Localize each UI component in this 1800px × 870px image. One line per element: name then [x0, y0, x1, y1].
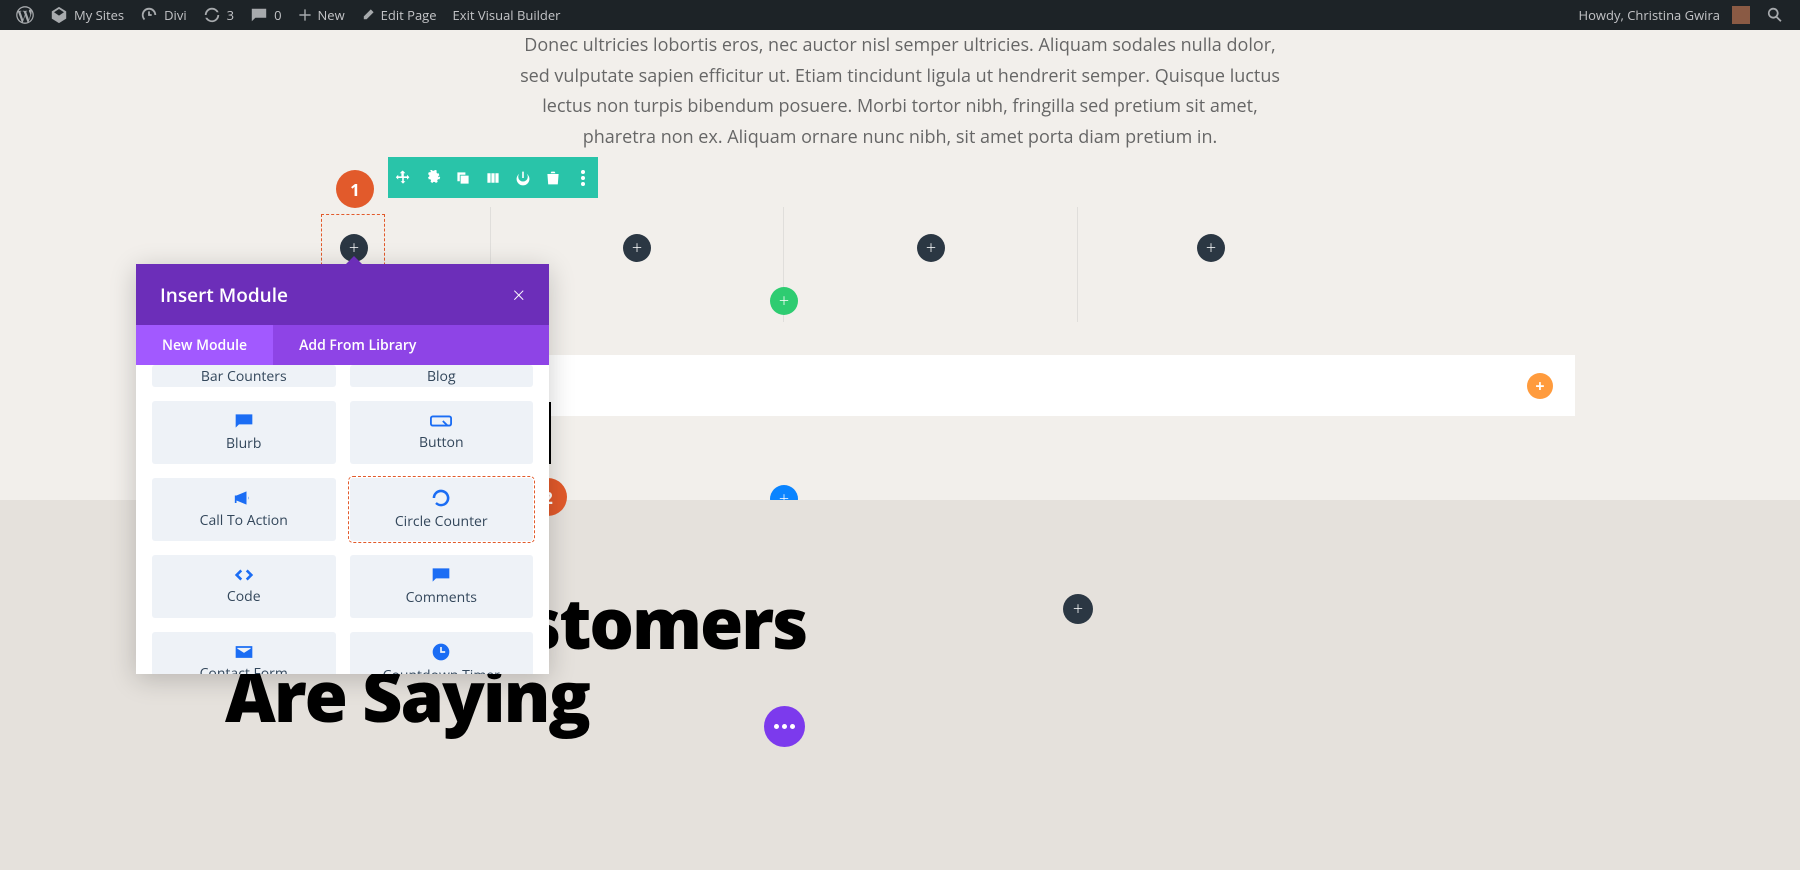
move-handle[interactable]: [388, 157, 418, 198]
dot-icon: [782, 724, 787, 729]
add-module-button[interactable]: +: [1197, 234, 1225, 262]
howdy-menu[interactable]: Howdy, Christina Gwira: [1571, 0, 1758, 30]
module-label: Comments: [406, 588, 477, 607]
comments-menu[interactable]: 0: [242, 0, 289, 30]
wp-logo-menu[interactable]: [8, 0, 42, 30]
envelope-icon: [234, 644, 254, 660]
search-icon: [1766, 6, 1784, 24]
popup-arrow: [344, 256, 364, 266]
my-sites-menu[interactable]: My Sites: [42, 0, 132, 30]
column-divider: [1077, 207, 1078, 322]
insert-module-popup: Insert Module × New Module Add From Libr…: [136, 264, 549, 674]
power-button[interactable]: [508, 157, 538, 198]
module-toolbar: [388, 157, 598, 198]
gauge-icon: [140, 6, 158, 24]
intro-paragraph: Donec ultricies lobortis eros, nec aucto…: [490, 30, 1310, 152]
add-module-button[interactable]: +: [623, 234, 651, 262]
module-code[interactable]: Code: [152, 555, 336, 618]
columns-button[interactable]: [478, 157, 508, 198]
wp-admin-bar: My Sites Divi 3 0 New Edit Page Exit Vis…: [0, 0, 1800, 30]
module-list: Bar Counters Blog Blurb Button Call To A…: [136, 365, 549, 674]
module-circle-counter[interactable]: Circle Counter: [350, 478, 534, 541]
exit-vb-label: Exit Visual Builder: [453, 6, 561, 24]
module-contact-form[interactable]: Contact Form: [152, 632, 336, 674]
module-label: Code: [227, 587, 261, 606]
new-label: New: [318, 6, 345, 24]
module-label: Contact Form: [200, 664, 288, 674]
updates-menu[interactable]: 3: [195, 0, 242, 30]
module-blog[interactable]: Blog: [350, 365, 534, 387]
add-section-button[interactable]: +: [1527, 373, 1553, 399]
module-label: Countdown Timer: [383, 666, 500, 674]
search-toggle[interactable]: [1758, 0, 1792, 30]
popup-header: Insert Module ×: [136, 264, 549, 325]
site-label: Divi: [164, 6, 187, 24]
annotation-marker-1: 1: [336, 170, 374, 208]
delete-button[interactable]: [538, 157, 568, 198]
site-menu[interactable]: Divi: [132, 0, 195, 30]
tab-add-from-library[interactable]: Add From Library: [273, 325, 442, 365]
code-icon: [233, 567, 255, 583]
sites-icon: [50, 6, 68, 24]
clock-icon: [431, 642, 451, 662]
exit-vb-link[interactable]: Exit Visual Builder: [445, 0, 569, 30]
add-module-button[interactable]: +: [1063, 594, 1093, 624]
plus-icon: [298, 8, 312, 22]
dot-icon: [790, 724, 795, 729]
updates-count: 3: [227, 6, 234, 24]
circle-counter-icon: [431, 488, 451, 508]
megaphone-icon: [234, 489, 254, 507]
module-label: Circle Counter: [395, 512, 488, 531]
module-label: Call To Action: [200, 511, 288, 530]
my-sites-label: My Sites: [74, 6, 124, 24]
button-icon: [430, 413, 452, 429]
comments-icon: [431, 566, 451, 584]
module-comments[interactable]: Comments: [350, 555, 534, 618]
new-menu[interactable]: New: [290, 0, 353, 30]
edit-page-link[interactable]: Edit Page: [353, 0, 445, 30]
update-icon: [203, 6, 221, 24]
settings-button[interactable]: [418, 157, 448, 198]
edit-page-label: Edit Page: [381, 6, 437, 24]
module-bar-counters[interactable]: Bar Counters: [152, 365, 336, 387]
module-label: Button: [419, 433, 464, 452]
module-call-to-action[interactable]: Call To Action: [152, 478, 336, 541]
popup-tabs: New Module Add From Library: [136, 325, 549, 365]
wordpress-icon: [16, 6, 34, 24]
comments-count: 0: [274, 6, 281, 24]
module-label: Blurb: [226, 434, 261, 453]
add-row-button[interactable]: +: [770, 287, 798, 315]
popup-title: Insert Module: [160, 282, 288, 308]
module-blurb[interactable]: Blurb: [152, 401, 336, 464]
module-button[interactable]: Button: [350, 401, 534, 464]
add-module-button[interactable]: +: [917, 234, 945, 262]
blurb-icon: [234, 412, 254, 430]
pencil-icon: [361, 8, 375, 22]
close-icon[interactable]: ×: [512, 280, 525, 310]
more-button[interactable]: [568, 157, 598, 198]
dot-icon: [774, 724, 779, 729]
duplicate-button[interactable]: [448, 157, 478, 198]
comment-icon: [250, 6, 268, 24]
howdy-label: Howdy, Christina Gwira: [1579, 6, 1720, 24]
builder-settings-fab[interactable]: [764, 706, 805, 747]
tab-new-module[interactable]: New Module: [136, 325, 273, 365]
module-countdown-timer[interactable]: Countdown Timer: [350, 632, 534, 674]
avatar: [1732, 6, 1750, 24]
